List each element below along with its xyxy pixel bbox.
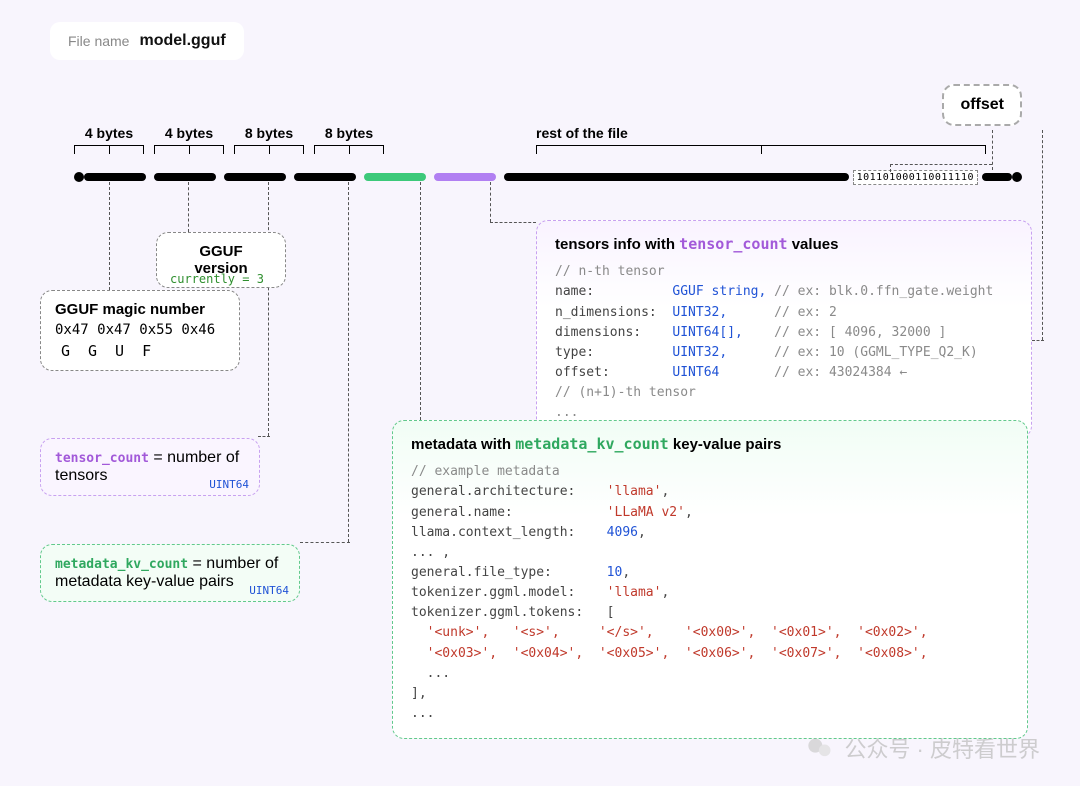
tensors-panel-heading: tensors info with tensor_count values <box>555 233 1013 256</box>
tensors-info-panel: tensors info with tensor_count values //… <box>536 220 1032 438</box>
meta-count-kw: metadata_kv_count <box>55 557 188 572</box>
tensor-count-callout: tensor_count = number of tensors UINT64 <box>40 438 260 496</box>
file-name-pill: File name model.gguf <box>50 22 244 60</box>
magic-hex: 0x47 0x47 0x55 0x46 <box>55 322 225 338</box>
file-name-value: model.gguf <box>139 32 225 50</box>
offset-label-box: offset <box>942 84 1022 126</box>
tensor-count-kw: tensor_count <box>55 451 149 466</box>
byte-sizes-row: 4 bytes 4 bytes 8 bytes 8 bytes <box>74 125 384 153</box>
magic-number-callout: GGUF magic number 0x47 0x47 0x55 0x46 GG… <box>40 290 240 371</box>
meta-count-callout: metadata_kv_count = number of metadata k… <box>40 544 300 602</box>
offset-label-text: offset <box>960 96 1004 113</box>
connector-tensor-count <box>268 182 269 436</box>
connector-green-panel <box>420 182 421 420</box>
connector-meta-count <box>348 182 349 542</box>
rest-of-file-label: rest of the file <box>536 125 986 153</box>
meta-comment-example: // example metadata <box>411 462 1009 482</box>
file-byte-bar: 101101000110011110 <box>74 172 1022 182</box>
tokens-row-1: '<unk>', '<s>', '</s>', '<0x00>', '<0x01… <box>411 623 1009 643</box>
wechat-icon <box>806 734 834 762</box>
size-2: 4 bytes <box>154 125 224 141</box>
magic-letters: GGUF <box>61 342 225 360</box>
tensor-count-type: UINT64 <box>209 478 249 491</box>
size-1: 4 bytes <box>74 125 144 141</box>
size-4: 8 bytes <box>314 125 384 141</box>
magic-title: GGUF magic number <box>55 301 225 318</box>
tensors-comment-next: // (n+1)-th tensor <box>555 383 1013 403</box>
metadata-panel-heading: metadata with metadata_kv_count key-valu… <box>411 433 1009 456</box>
connector-magic <box>109 182 110 290</box>
metadata-panel: metadata with metadata_kv_count key-valu… <box>392 420 1028 739</box>
binary-data-sample: 101101000110011110 <box>853 170 978 185</box>
connector-purple-panel <box>490 182 491 222</box>
connector-version <box>188 182 189 232</box>
size-3: 8 bytes <box>234 125 304 141</box>
metadata-lines: general.architecture: 'llama',general.na… <box>411 482 1009 623</box>
tensors-rows: name: GGUF string, // ex: blk.0.ffn_gate… <box>555 282 1013 383</box>
tensors-comment-nth: // n-th tensor <box>555 262 1013 282</box>
tokens-row-2: '<0x03>', '<0x04>', '<0x05>', '<0x06>', … <box>411 644 1009 664</box>
file-name-label: File name <box>68 33 129 49</box>
watermark: 公众号 · 皮特看世界 <box>806 732 1040 764</box>
meta-count-type: UINT64 <box>249 584 289 597</box>
gguf-version-note: currently = 3 <box>170 272 264 286</box>
